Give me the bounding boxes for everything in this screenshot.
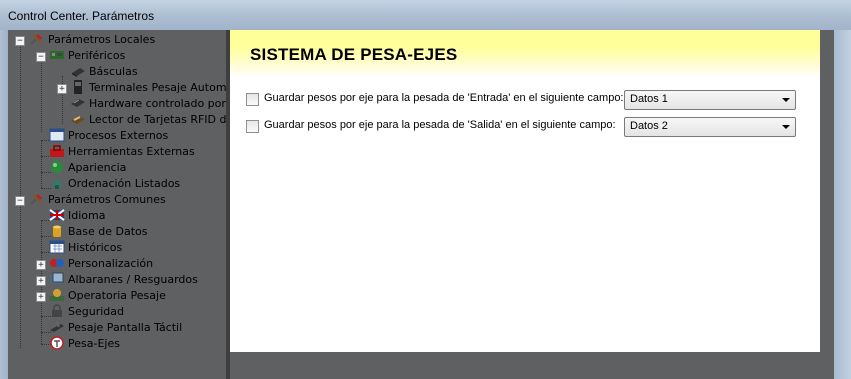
settings-content-panel: SISTEMA DE PESA-EJES Guardar pesos por e… [230, 30, 820, 352]
entrada-select-value: Datos 1 [630, 93, 668, 105]
tree-item-pesa-ejes[interactable]: Pesa-Ejes [49, 336, 120, 352]
salida-option-label: Guardar pesos por eje para la pesada de … [264, 119, 616, 131]
tools-icon [29, 32, 45, 46]
tree-item-historicos[interactable]: Históricos [49, 240, 122, 256]
tree-connector [20, 204, 21, 348]
window-frame-right [834, 30, 851, 379]
tree-collapse-toggle[interactable]: − [15, 196, 25, 206]
tree-expand-toggle[interactable]: + [36, 260, 46, 270]
list-sort-icon [49, 176, 65, 190]
database-icon [49, 224, 65, 238]
tree-item-pesaje-pantalla-tactil[interactable]: Pesaje Pantalla Táctil [49, 320, 182, 336]
settings-tree[interactable]: − − + − + + + Parámetros Locales Perifér… [12, 32, 226, 379]
tree-item-parametros-comunes[interactable]: Parámetros Comunes [29, 192, 166, 208]
window-frame-left [0, 30, 8, 379]
calendar-icon [49, 240, 65, 254]
tree-item-lector-rfid[interactable]: Lector de Tarjetas RFID de [70, 112, 226, 128]
personalization-icon [49, 256, 65, 270]
terminal-icon [70, 80, 86, 94]
tree-item-perifericos[interactable]: Periféricos [49, 48, 125, 64]
tree-item-basculas[interactable]: Básculas [70, 64, 138, 80]
section-title: SISTEMA DE PESA-EJES [250, 45, 458, 64]
tree-item-parametros-locales[interactable]: Parámetros Locales [29, 32, 155, 48]
tree-item-operatoria-pesaje[interactable]: Operatoria Pesaje [49, 288, 166, 304]
entrada-checkbox[interactable] [246, 93, 259, 106]
appearance-icon [49, 160, 65, 174]
salida-field-select[interactable]: Datos 2 [624, 117, 796, 137]
documents-icon [49, 272, 65, 286]
board-icon [49, 48, 65, 62]
tools-icon [29, 192, 45, 206]
tree-connector [20, 44, 21, 204]
axle-scale-icon [49, 336, 65, 350]
weighing-icon [49, 288, 65, 302]
tree-item-apariencia[interactable]: Apariencia [49, 160, 126, 176]
tree-expand-toggle[interactable]: + [36, 276, 46, 286]
tree-item-seguridad[interactable]: Seguridad [49, 304, 124, 320]
entrada-option-label: Guardar pesos por eje para la pesada de … [264, 92, 624, 104]
card-reader-icon [70, 112, 86, 126]
chevron-down-icon [782, 125, 790, 129]
scale-icon [70, 64, 86, 78]
hardware-icon [70, 96, 86, 110]
tree-collapse-toggle[interactable]: − [36, 52, 46, 62]
tree-item-herramientas-externas[interactable]: Herramientas Externas [49, 144, 195, 160]
tree-item-ordenacion-listados[interactable]: Ordenación Listados [49, 176, 180, 192]
tree-item-hardware-plc[interactable]: Hardware controlado por PLC [70, 96, 226, 112]
window-title: Control Center. Parámetros [8, 9, 155, 23]
tree-connector [41, 60, 42, 132]
chevron-down-icon [782, 98, 790, 102]
tree-item-terminales-pesaje[interactable]: Terminales Pesaje Automático [70, 80, 226, 96]
tree-item-base-de-datos[interactable]: Base de Datos [49, 224, 148, 240]
tree-connector [41, 140, 42, 188]
salida-checkbox[interactable] [246, 120, 259, 133]
flag-icon [49, 208, 65, 222]
tree-item-albaranes-resguardos[interactable]: Albaranes / Resguardos [49, 272, 198, 288]
tree-expand-toggle[interactable]: + [36, 292, 46, 302]
tree-item-procesos-externos[interactable]: Procesos Externos [49, 128, 168, 144]
tree-item-idioma[interactable]: Idioma [49, 208, 105, 224]
tree-expand-toggle[interactable]: + [57, 84, 67, 94]
tree-item-personalizacion[interactable]: Personalización [49, 256, 153, 272]
lock-icon [49, 304, 65, 318]
tree-collapse-toggle[interactable]: − [15, 36, 25, 46]
title-bar: Control Center. Parámetros [0, 0, 851, 31]
touch-icon [49, 320, 65, 334]
section-header: SISTEMA DE PESA-EJES [230, 30, 820, 78]
toolbox-icon [49, 144, 65, 158]
window-icon [49, 128, 65, 142]
entrada-field-select[interactable]: Datos 1 [624, 90, 796, 110]
salida-select-value: Datos 2 [630, 120, 668, 132]
